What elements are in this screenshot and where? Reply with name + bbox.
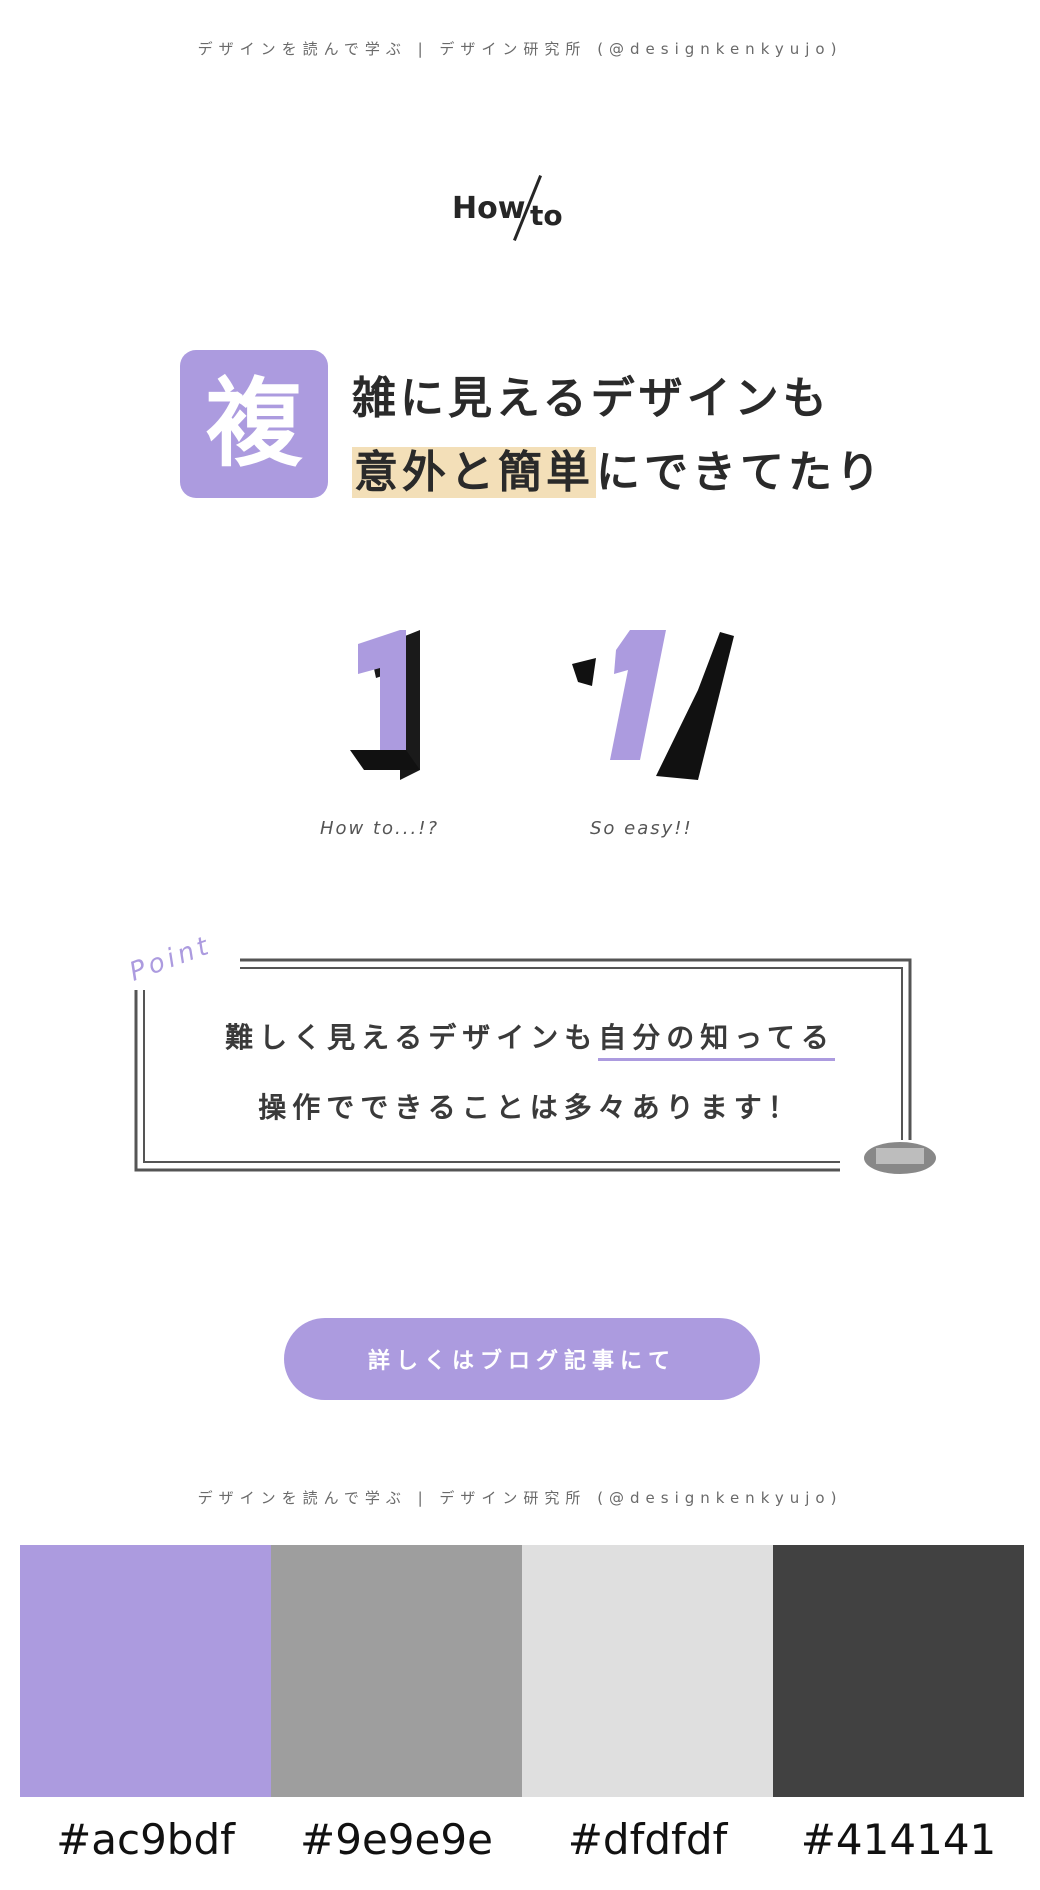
point-frame-graphic [134,958,912,1172]
extruded-one-left-graphic [350,630,420,780]
credit-footer: デザインを読んで学ぶ | デザイン研究所 (@designkenkyujo) [197,1489,843,1507]
swatch-dark-gray [773,1545,1024,1797]
point-text-line2: 操作でできることは多々あります！ [258,1091,802,1124]
point-text-line1: 難しく見えるデザインも自分の知ってる [130,1016,930,1061]
headline-highlight: 意外と簡単 [352,447,596,498]
sticky-note-icon [864,1142,936,1174]
swatch-light-gray [522,1545,773,1797]
headline-line2: 意外と簡単にできてたり [352,436,884,500]
howto-logo: How to [440,165,600,255]
color-codes: #ac9bdf #9e9e9e #dfdfdf #414141 [20,1815,1024,1864]
color-code-dark-gray: #414141 [800,1815,997,1864]
headline: 複 雑に見えるデザインも 意外と簡単にできてたり [180,350,880,500]
illustration-right [570,630,750,790]
headline-line1: 雑に見えるデザインも [352,373,831,424]
shadow-one-right-graphic [572,630,734,780]
illustration-left-caption: How to...!? [320,818,439,839]
howto-to-text: to [530,199,563,232]
point-box: Point 難しく見えるデザインも自分の知ってる 操作でできることは多々あります… [125,930,936,1180]
blog-link-button[interactable]: 詳しくはブログ記事にて [284,1318,760,1400]
color-code-light-gray: #dfdfdf [567,1815,728,1864]
credit-header: デザインを読んで学ぶ | デザイン研究所 (@designkenkyujo) [197,40,843,58]
howto-how-text: How [452,191,526,226]
color-code-purple: #ac9bdf [56,1815,235,1864]
illustration-right-caption: So easy!! [590,818,693,839]
swatch-gray [271,1545,522,1797]
illustration-left [340,630,460,790]
point-text-line1-pre: 難しく見えるデザインも [225,1021,599,1054]
color-code-gray: #9e9e9e [300,1815,493,1864]
color-palette [20,1545,1024,1797]
swatch-purple [20,1545,271,1797]
headline-kanji-box: 複 [180,350,328,498]
point-text-underlined: 自分の知ってる [598,1021,835,1061]
headline-line2-rest: にできてたり [596,447,884,498]
